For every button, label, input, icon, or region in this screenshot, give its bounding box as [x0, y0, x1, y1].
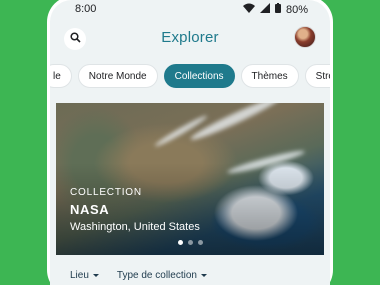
- filter-location-dropdown[interactable]: Lieu: [70, 270, 99, 281]
- filter-bar: Lieu Type de collection: [70, 270, 207, 281]
- wifi-icon: [242, 3, 255, 16]
- battery-percent: 80%: [285, 3, 308, 16]
- carousel-dot[interactable]: [178, 240, 183, 245]
- chevron-down-icon: [92, 274, 99, 277]
- filter-collection-type-dropdown[interactable]: Type de collection: [117, 270, 207, 281]
- status-icons: 80%: [242, 3, 308, 16]
- status-bar: 8:00 80%: [50, 0, 330, 20]
- collection-title: NASA: [70, 202, 110, 217]
- category-tabs: le Notre Monde Collections Thèmes Street…: [50, 64, 330, 88]
- carousel-indicator: [178, 240, 203, 245]
- collection-label: COLLECTION: [70, 187, 142, 198]
- battery-icon: [274, 3, 281, 16]
- collection-location: Washington, United States: [70, 221, 200, 233]
- cloud-streak: [188, 103, 284, 144]
- chevron-down-icon: [200, 274, 207, 277]
- status-time: 8:00: [75, 3, 97, 15]
- page-title: Explorer: [161, 29, 219, 46]
- app-bar: Explorer: [50, 22, 330, 58]
- avatar[interactable]: [294, 26, 316, 48]
- filter-label: Lieu: [70, 270, 89, 281]
- signal-icon: [259, 3, 270, 16]
- carousel-dot[interactable]: [188, 240, 193, 245]
- tab-collections[interactable]: Collections: [163, 64, 235, 88]
- tab-street-view[interactable]: Street V: [304, 64, 330, 88]
- carousel-dot[interactable]: [198, 240, 203, 245]
- filter-label: Type de collection: [116, 270, 197, 281]
- tab-partial-left[interactable]: le: [50, 64, 72, 88]
- tab-themes[interactable]: Thèmes: [240, 64, 299, 88]
- featured-collection-card[interactable]: COLLECTION NASA Washington, United State…: [56, 103, 324, 255]
- tab-notre-monde[interactable]: Notre Monde: [77, 64, 158, 88]
- app-screen: 8:00 80% Explorer le Notre Monde Collect…: [50, 0, 330, 285]
